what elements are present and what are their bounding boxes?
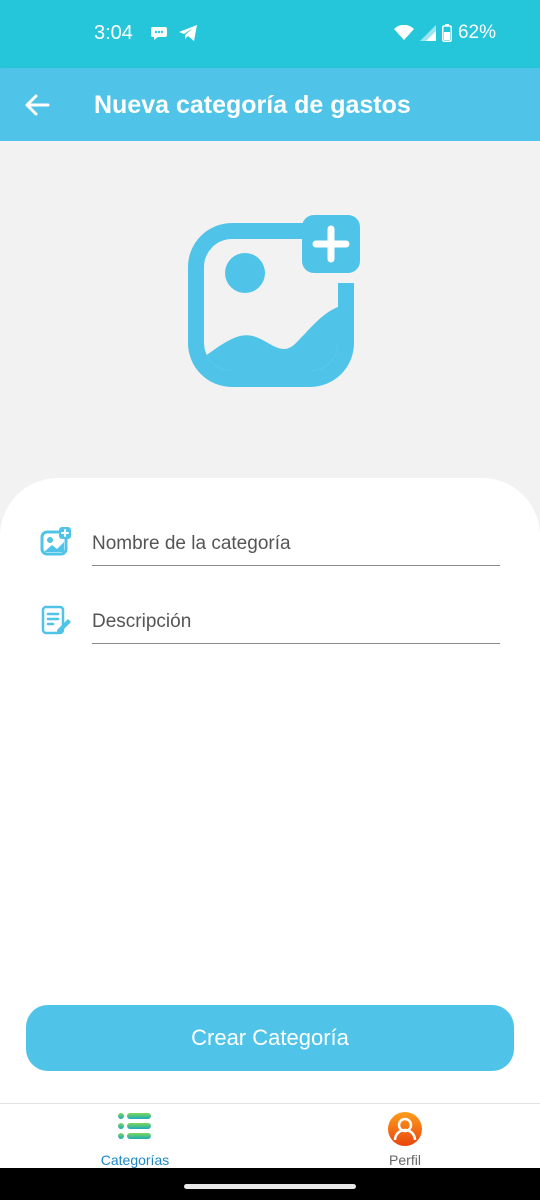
battery-level: 62% — [457, 22, 496, 43]
app-bar: Nueva categoría de gastos — [0, 68, 540, 141]
nav-label-perfil: Perfil — [389, 1152, 421, 1168]
add-image-icon — [40, 527, 71, 556]
arrow-left-icon[interactable] — [22, 90, 52, 120]
description-input[interactable] — [92, 596, 500, 644]
nav-item-categorias[interactable]: Categorías — [0, 1104, 270, 1169]
signal-icon — [419, 25, 436, 41]
create-category-button[interactable]: Crear Categoría — [26, 1005, 514, 1071]
add-image-icon[interactable] — [186, 213, 364, 389]
telegram-icon — [179, 25, 197, 41]
home-gesture-handle[interactable] — [184, 1184, 356, 1189]
notification-icons — [150, 24, 198, 42]
status-time: 3:04 — [94, 22, 133, 44]
list-icon — [118, 1113, 151, 1139]
chat-bubble-icon — [151, 27, 167, 40]
bottom-navigation: Categorías Perfil — [0, 1103, 540, 1168]
gesture-bar — [0, 1168, 540, 1200]
user-avatar-icon — [388, 1112, 422, 1146]
wifi-icon — [393, 25, 414, 40]
nav-label-categorias: Categorías — [100, 1152, 170, 1168]
category-name-field — [40, 518, 500, 568]
category-name-input[interactable] — [92, 518, 500, 566]
image-picker-area — [0, 141, 540, 501]
system-status: 62% — [393, 22, 496, 44]
nav-item-perfil[interactable]: Perfil — [270, 1104, 540, 1169]
status-bar: 3:04 62% — [0, 0, 540, 68]
description-field — [40, 596, 500, 646]
battery-icon — [441, 24, 452, 42]
edit-document-icon — [41, 605, 71, 635]
page-title: Nueva categoría de gastos — [94, 91, 411, 119]
